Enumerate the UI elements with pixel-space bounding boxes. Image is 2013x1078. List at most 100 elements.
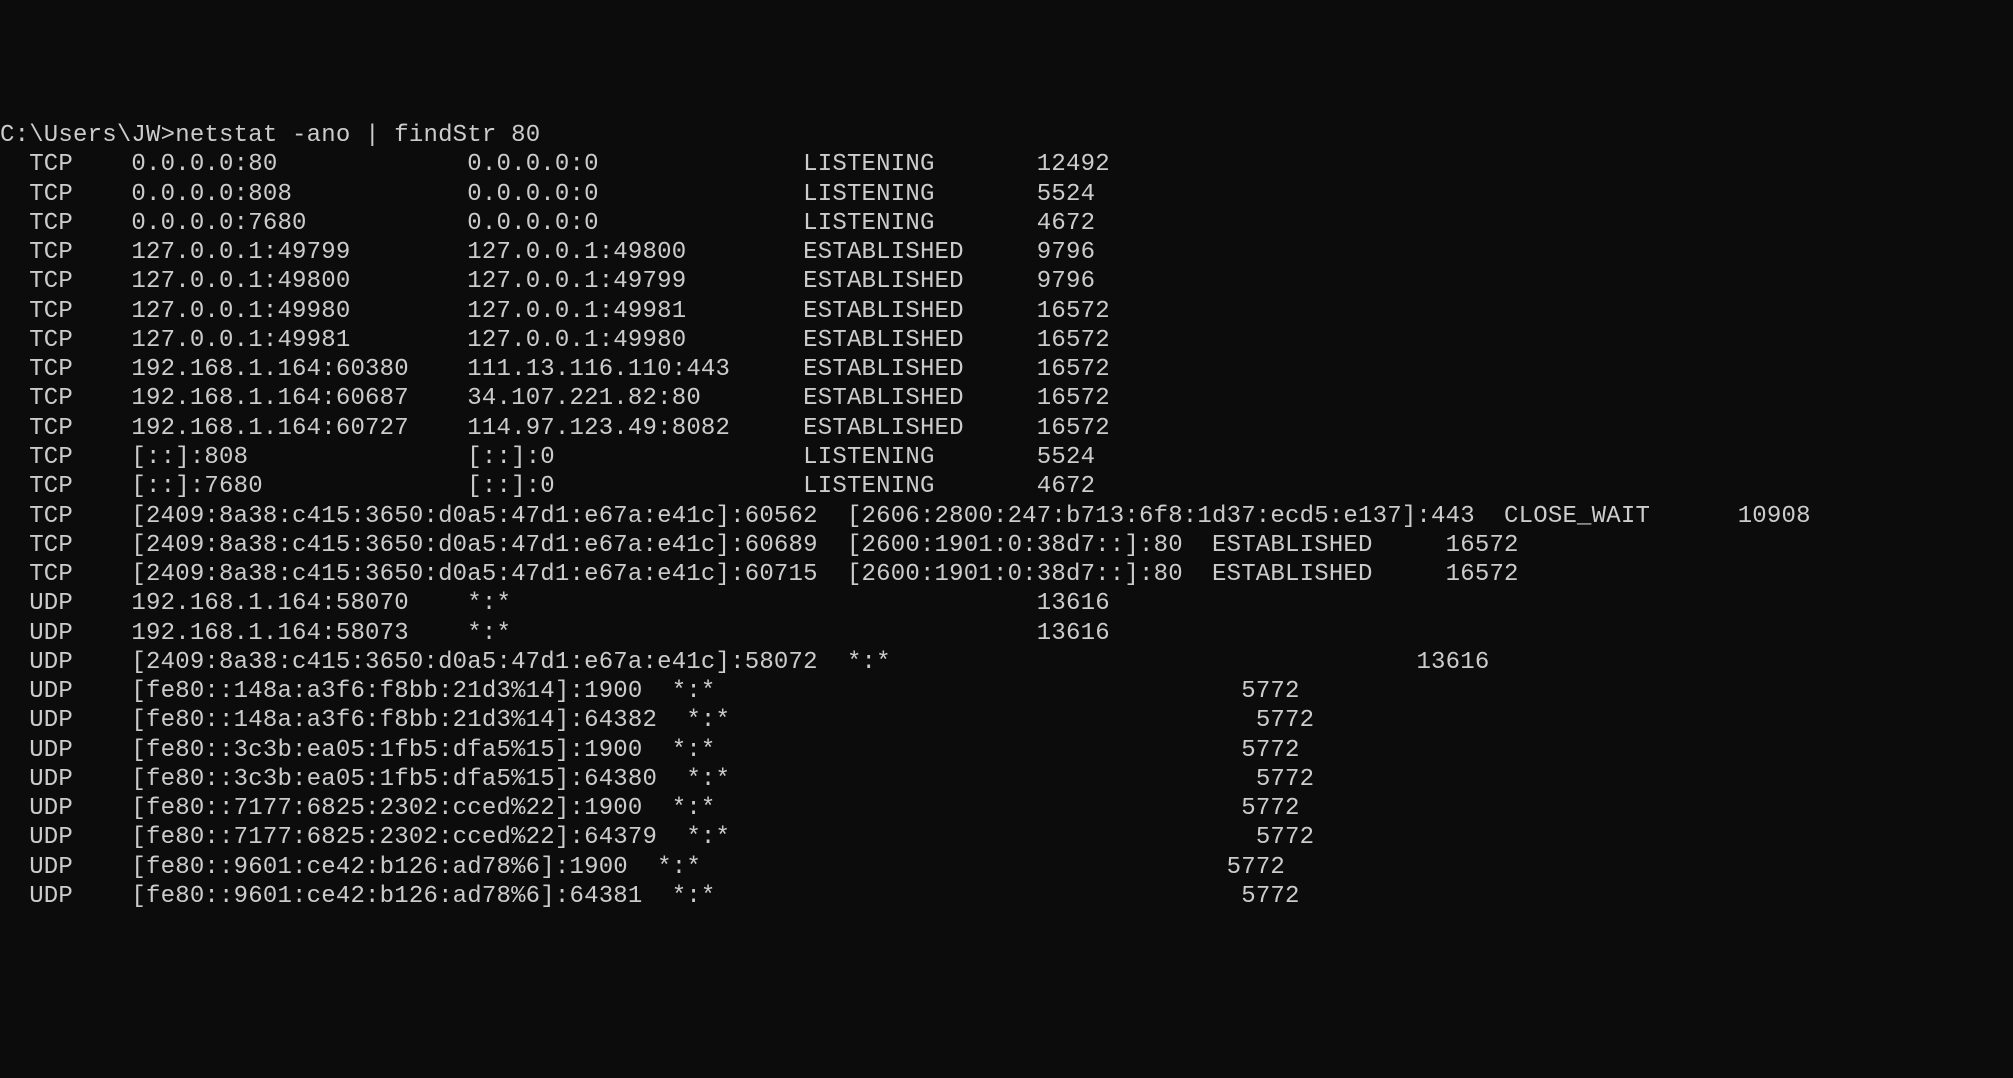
- local-address-cell: 192.168.1.164:58070: [131, 590, 467, 617]
- local-address-cell: 0.0.0.0:808: [131, 181, 467, 208]
- proto-cell: UDP: [0, 766, 131, 793]
- foreign-address-cell: *:*: [686, 824, 1022, 851]
- pid-cell: 4672: [1037, 473, 1095, 500]
- foreign-address-cell: *:*: [467, 620, 803, 647]
- local-address-cell: 0.0.0.0:7680: [131, 210, 467, 237]
- local-address-cell: 192.168.1.164:60687: [131, 385, 467, 412]
- proto-cell: TCP: [0, 415, 131, 442]
- command-line[interactable]: C:\Users\JW>netstat -ano | findStr 80: [0, 121, 2013, 150]
- foreign-address-cell: 127.0.0.1:49800: [467, 239, 803, 266]
- foreign-address-cell: *:*: [847, 649, 1183, 676]
- state-cell: [1008, 883, 1242, 910]
- state-cell: ESTABLISHED: [803, 356, 1037, 383]
- local-address-cell: [fe80::7177:6825:2302:cced%22]:64379: [131, 824, 686, 851]
- local-address-cell: [::]:808: [131, 444, 467, 471]
- proto-cell: UDP: [0, 590, 131, 617]
- netstat-row: UDP 192.168.1.164:58073 *:* 13616: [0, 619, 2013, 648]
- state-cell: CLOSE_WAIT: [1504, 503, 1738, 530]
- proto-cell: TCP: [0, 532, 131, 559]
- netstat-row: TCP [2409:8a38:c415:3650:d0a5:47d1:e67a:…: [0, 560, 2013, 589]
- netstat-row: UDP [fe80::7177:6825:2302:cced%22]:64379…: [0, 823, 2013, 852]
- state-cell: ESTABLISHED: [1212, 532, 1446, 559]
- local-address-cell: 192.168.1.164:58073: [131, 620, 467, 647]
- state-cell: [1183, 649, 1417, 676]
- proto-cell: UDP: [0, 678, 131, 705]
- pid-cell: 5772: [1256, 824, 1314, 851]
- pid-cell: 16572: [1037, 385, 1110, 412]
- netstat-row: TCP [2409:8a38:c415:3650:d0a5:47d1:e67a:…: [0, 531, 2013, 560]
- pid-cell: 16572: [1037, 415, 1110, 442]
- state-cell: LISTENING: [803, 210, 1037, 237]
- netstat-row: TCP 0.0.0.0:808 0.0.0.0:0 LISTENING 5524: [0, 180, 2013, 209]
- netstat-row: TCP 0.0.0.0:7680 0.0.0.0:0 LISTENING 467…: [0, 209, 2013, 238]
- pid-cell: 9796: [1037, 239, 1095, 266]
- foreign-address-cell: *:*: [672, 678, 1008, 705]
- state-cell: [1008, 678, 1242, 705]
- netstat-row: UDP [2409:8a38:c415:3650:d0a5:47d1:e67a:…: [0, 648, 2013, 677]
- proto-cell: TCP: [0, 473, 131, 500]
- proto-cell: TCP: [0, 210, 131, 237]
- proto-cell: UDP: [0, 737, 131, 764]
- proto-cell: TCP: [0, 268, 131, 295]
- state-cell: LISTENING: [803, 473, 1037, 500]
- local-address-cell: [fe80::9601:ce42:b126:ad78%6]:1900: [131, 854, 657, 881]
- proto-cell: UDP: [0, 620, 131, 647]
- netstat-row: TCP 192.168.1.164:60687 34.107.221.82:80…: [0, 384, 2013, 413]
- foreign-address-cell: *:*: [686, 766, 1022, 793]
- pid-cell: 16572: [1037, 298, 1110, 325]
- pid-cell: 4672: [1037, 210, 1095, 237]
- local-address-cell: [2409:8a38:c415:3650:d0a5:47d1:e67a:e41c…: [131, 649, 847, 676]
- proto-cell: UDP: [0, 707, 131, 734]
- prompt: C:\Users\JW>: [0, 122, 175, 149]
- foreign-address-cell: *:*: [467, 590, 803, 617]
- state-cell: ESTABLISHED: [803, 239, 1037, 266]
- foreign-address-cell: [::]:0: [467, 473, 803, 500]
- netstat-row: UDP [fe80::3c3b:ea05:1fb5:dfa5%15]:1900 …: [0, 736, 2013, 765]
- local-address-cell: 127.0.0.1:49980: [131, 298, 467, 325]
- pid-cell: 13616: [1037, 620, 1110, 647]
- state-cell: ESTABLISHED: [803, 415, 1037, 442]
- proto-cell: UDP: [0, 795, 131, 822]
- netstat-row: UDP 192.168.1.164:58070 *:* 13616: [0, 589, 2013, 618]
- state-cell: [1008, 795, 1242, 822]
- foreign-address-cell: 0.0.0.0:0: [467, 151, 803, 178]
- netstat-row: UDP [fe80::9601:ce42:b126:ad78%6]:1900 *…: [0, 853, 2013, 882]
- local-address-cell: [fe80::148a:a3f6:f8bb:21d3%14]:1900: [131, 678, 671, 705]
- foreign-address-cell: [::]:0: [467, 444, 803, 471]
- pid-cell: 16572: [1037, 327, 1110, 354]
- proto-cell: UDP: [0, 854, 131, 881]
- netstat-row: TCP 192.168.1.164:60380 111.13.116.110:4…: [0, 355, 2013, 384]
- state-cell: ESTABLISHED: [803, 327, 1037, 354]
- local-address-cell: [::]:7680: [131, 473, 467, 500]
- proto-cell: UDP: [0, 649, 131, 676]
- pid-cell: 5772: [1256, 766, 1314, 793]
- state-cell: [993, 854, 1227, 881]
- state-cell: [803, 620, 1037, 647]
- proto-cell: TCP: [0, 298, 131, 325]
- foreign-address-cell: *:*: [686, 707, 1022, 734]
- foreign-address-cell: 114.97.123.49:8082: [467, 415, 803, 442]
- state-cell: ESTABLISHED: [803, 385, 1037, 412]
- state-cell: LISTENING: [803, 444, 1037, 471]
- netstat-row: TCP 127.0.0.1:49981 127.0.0.1:49980 ESTA…: [0, 326, 2013, 355]
- pid-cell: 5772: [1256, 707, 1314, 734]
- proto-cell: TCP: [0, 327, 131, 354]
- local-address-cell: [fe80::148a:a3f6:f8bb:21d3%14]:64382: [131, 707, 686, 734]
- local-address-cell: 127.0.0.1:49981: [131, 327, 467, 354]
- foreign-address-cell: 127.0.0.1:49981: [467, 298, 803, 325]
- local-address-cell: [2409:8a38:c415:3650:d0a5:47d1:e67a:e41c…: [131, 561, 847, 588]
- foreign-address-cell: *:*: [672, 883, 1008, 910]
- state-cell: [1022, 766, 1256, 793]
- proto-cell: TCP: [0, 181, 131, 208]
- pid-cell: 13616: [1416, 649, 1489, 676]
- local-address-cell: 192.168.1.164:60380: [131, 356, 467, 383]
- local-address-cell: 0.0.0.0:80: [131, 151, 467, 178]
- proto-cell: UDP: [0, 824, 131, 851]
- netstat-row: UDP [fe80::9601:ce42:b126:ad78%6]:64381 …: [0, 882, 2013, 911]
- proto-cell: UDP: [0, 883, 131, 910]
- foreign-address-cell: 34.107.221.82:80: [467, 385, 803, 412]
- local-address-cell: [fe80::3c3b:ea05:1fb5:dfa5%15]:64380: [131, 766, 686, 793]
- state-cell: LISTENING: [803, 181, 1037, 208]
- netstat-row: TCP 127.0.0.1:49799 127.0.0.1:49800 ESTA…: [0, 238, 2013, 267]
- foreign-address-cell: *:*: [657, 854, 993, 881]
